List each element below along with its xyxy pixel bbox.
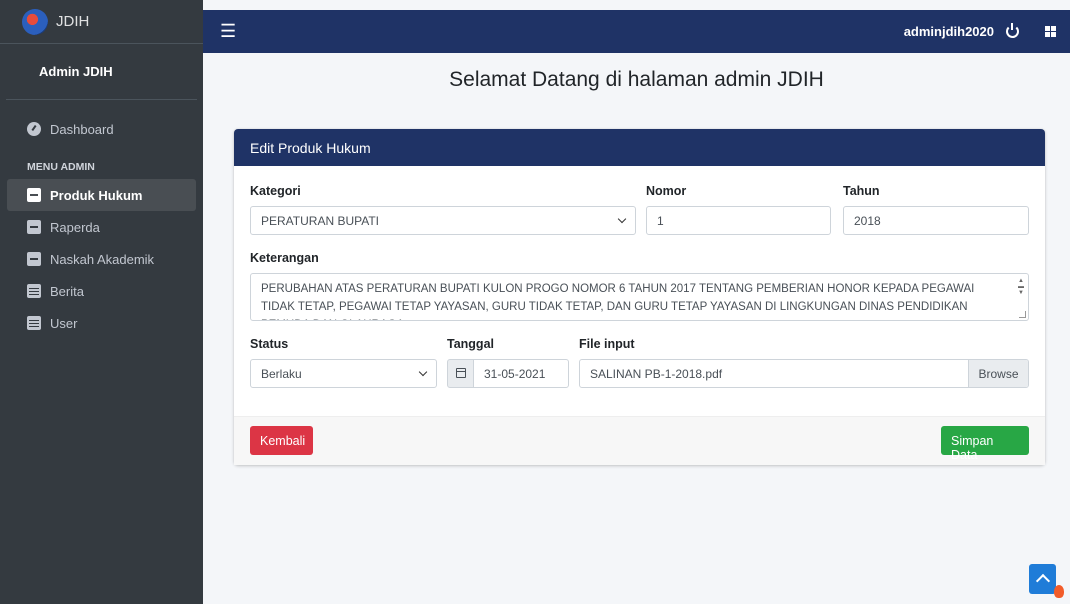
document-icon [27,252,41,266]
status-label: Status [250,337,289,351]
kategori-select[interactable]: PERATURAN BUPATI [250,206,636,235]
sidebar-item-user[interactable]: User [7,307,196,339]
page-title: Selamat Datang di halaman admin JDIH [449,68,824,91]
document-icon [27,188,41,202]
chevron-down-icon [418,367,428,377]
keterangan-label: Keterangan [250,251,319,265]
scroll-to-top-button[interactable] [1029,564,1056,594]
navbar-username[interactable]: adminjdih2020 [904,24,994,39]
simpan-data-button[interactable]: Simpan Data [941,426,1029,462]
status-select[interactable]: Berlaku [250,359,437,388]
brand-title: JDIH [56,13,90,30]
calendar-icon [456,368,466,378]
sidebar-item-label: Raperda [50,219,100,235]
sidebar-item-raperda[interactable]: Raperda [7,211,196,243]
navbar-right: adminjdih2020 [904,23,1070,39]
power-icon[interactable] [1006,23,1019,38]
sidebar-item-label: Dashboard [50,121,114,137]
brand-link[interactable]: JDIH [0,0,203,44]
nomor-input[interactable]: 1 [646,206,831,235]
tanggal-label: Tanggal [447,337,494,351]
top-navbar: ☰ adminjdih2020 [203,0,1070,53]
flame-icon [1054,585,1064,598]
kategori-label: Kategori [250,184,301,198]
sidebar: JDIH Admin JDIH Dashboard MENU ADMIN Pro… [0,0,203,604]
user-panel-name[interactable]: Admin JDIH [39,64,113,79]
keterangan-textarea[interactable]: PERUBAHAN ATAS PERATURAN BUPATI KULON PR… [250,273,1029,321]
card-header: Edit Produk Hukum [234,129,1045,166]
newspaper-icon [27,316,41,330]
hamburger-menu-icon[interactable]: ☰ [220,21,236,42]
sidebar-section-header: MENU ADMIN [27,161,95,173]
kembali-button[interactable]: Kembali [250,426,313,455]
kategori-value: PERATURAN BUPATI [261,214,380,228]
card-footer [234,416,1045,465]
tahun-input[interactable]: 2018 [843,206,1029,235]
user-panel: Admin JDIH [6,44,197,100]
sidebar-item-label: Produk Hukum [50,187,143,203]
jdih-logo-icon [22,8,48,35]
navbar-bar: ☰ adminjdih2020 [203,10,1070,53]
document-icon [27,220,41,234]
sidebar-item-berita[interactable]: Berita [7,275,196,307]
grid-icon[interactable] [1045,26,1056,37]
sidebar-item-produk-hukum[interactable]: Produk Hukum [7,179,196,211]
sidebar-item-dashboard[interactable]: Dashboard [7,113,196,145]
sidebar-item-label: User [50,315,78,331]
tanggal-input[interactable]: 31-05-2021 [473,359,569,388]
dashboard-icon [27,122,41,136]
chevron-down-icon [617,214,627,224]
sidebar-item-naskah-akademik[interactable]: Naskah Akademik [7,243,196,275]
textarea-scrollbar[interactable]: ▲ ▬ ▼ [1017,278,1025,296]
sidebar-item-label: Berita [50,283,84,299]
browse-button[interactable]: Browse [968,360,1028,387]
newspaper-icon [27,284,41,298]
resize-handle[interactable] [1019,311,1026,318]
nomor-label: Nomor [646,184,687,198]
file-input-label: File input [579,337,635,351]
keterangan-value: PERUBAHAN ATAS PERATURAN BUPATI KULON PR… [261,283,975,320]
file-input-value: SALINAN PB-1-2018.pdf [590,367,723,381]
calendar-addon[interactable] [447,359,474,388]
sidebar-item-label: Naskah Akademik [50,251,155,267]
status-value: Berlaku [261,367,302,381]
tahun-label: Tahun [843,184,880,198]
file-input[interactable]: SALINAN PB-1-2018.pdf Browse [579,359,1029,388]
